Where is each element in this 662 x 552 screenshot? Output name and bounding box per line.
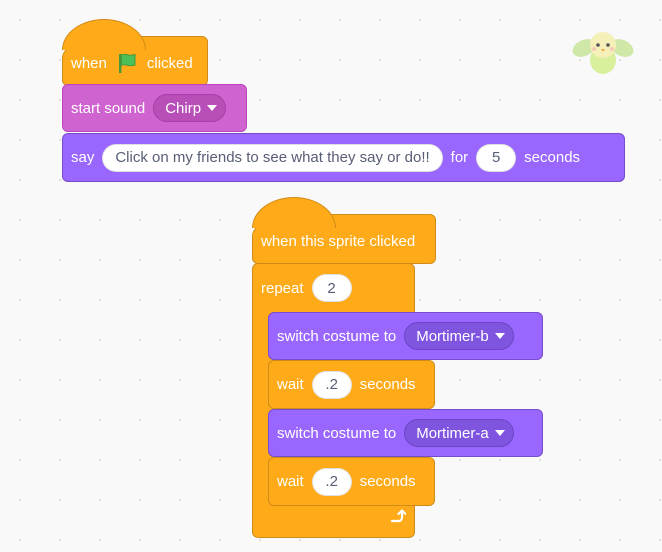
say-message-input[interactable]: Click on my friends to see what they say… bbox=[102, 143, 443, 172]
say-for-label: for bbox=[450, 149, 469, 166]
green-flag-icon bbox=[115, 51, 139, 75]
switch-costume-block[interactable]: switch costume to Mortimer-a bbox=[268, 409, 543, 457]
switch-costume-label: switch costume to bbox=[277, 327, 397, 345]
repeat-count-input[interactable]: 2 bbox=[311, 274, 352, 302]
sound-dropdown-value: Chirp bbox=[165, 99, 202, 117]
say-label: say bbox=[71, 149, 95, 166]
say-seconds-input[interactable]: 5 bbox=[476, 143, 517, 172]
repeat-label: repeat bbox=[261, 279, 304, 297]
costume-dropdown-value: Mortimer-a bbox=[416, 424, 489, 442]
hat-clicked-label: clicked bbox=[146, 54, 193, 72]
sprite-thumbnail bbox=[570, 26, 636, 80]
wait-seconds-input[interactable]: .2 bbox=[311, 467, 352, 496]
hat-when-label: when bbox=[71, 54, 107, 72]
when-sprite-clicked-hat-block[interactable]: when this sprite clicked bbox=[252, 197, 436, 264]
sprite-clicked-label: when this sprite clicked bbox=[261, 232, 416, 250]
wait-seconds-label: seconds bbox=[359, 376, 416, 393]
start-sound-label: start sound bbox=[71, 99, 146, 117]
when-flag-clicked-hat-block[interactable]: when clicked bbox=[62, 19, 208, 86]
dropdown-arrow-icon bbox=[494, 430, 505, 436]
wait-label: wait bbox=[277, 376, 304, 393]
say-seconds-label: seconds bbox=[524, 149, 581, 166]
say-for-seconds-block[interactable]: say Click on my friends to see what they… bbox=[62, 133, 625, 182]
dropdown-arrow-icon bbox=[494, 333, 505, 339]
switch-costume-label: switch costume to bbox=[277, 424, 397, 442]
wait-seconds-input[interactable]: .2 bbox=[311, 370, 352, 399]
costume-dropdown-value: Mortimer-b bbox=[416, 327, 489, 345]
costume-dropdown[interactable]: Mortimer-a bbox=[404, 419, 514, 447]
loop-arrow-icon bbox=[388, 508, 407, 531]
costume-dropdown[interactable]: Mortimer-b bbox=[404, 322, 514, 350]
dropdown-arrow-icon bbox=[207, 105, 218, 111]
sound-dropdown[interactable]: Chirp bbox=[153, 94, 227, 122]
wait-seconds-label: seconds bbox=[359, 473, 416, 490]
wait-label: wait bbox=[277, 473, 304, 490]
start-sound-block[interactable]: start sound Chirp bbox=[62, 84, 247, 132]
switch-costume-block[interactable]: switch costume to Mortimer-b bbox=[268, 312, 543, 360]
wait-block[interactable]: wait .2 seconds bbox=[268, 360, 435, 409]
wait-block[interactable]: wait .2 seconds bbox=[268, 457, 435, 506]
